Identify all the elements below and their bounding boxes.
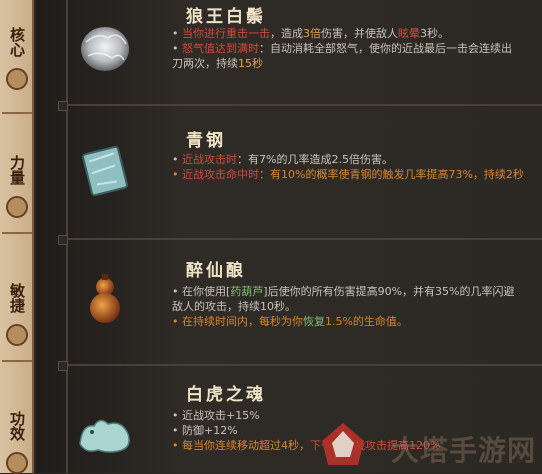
desc-fragment: 怒气值达到满时 bbox=[182, 42, 259, 55]
desc-fragment: • 每当你连续移动超过4秒， bbox=[172, 439, 310, 452]
rail-divider bbox=[2, 360, 32, 372]
desc-fragment: 1.5%的生命值。 bbox=[324, 315, 408, 328]
talent-item[interactable]: 醉仙酿 • 在你使用[药葫芦]后使你的所有伤害提高90%，并有35%的几率闪避 … bbox=[36, 242, 542, 362]
desc-fragment: 恢复 bbox=[302, 315, 325, 328]
agility-emblem-icon bbox=[6, 324, 28, 346]
talent-description: • 在你使用[药葫芦]后使你的所有伤害提高90%，并有35%的几率闪避 敌人的攻… bbox=[172, 284, 536, 329]
desc-line: • 在持续时间内，每秒为你恢复1.5%的生命值。 bbox=[172, 314, 536, 329]
talent-description: • 当你进行重击一击，造成3倍伤害，并使敌人眩晕3秒。 • 怒气值达到满时：自动… bbox=[172, 26, 536, 71]
desc-fragment: 刀两次，持续 bbox=[172, 57, 238, 70]
gourd-icon bbox=[90, 274, 120, 323]
desc-fragment: ]后使你的所有伤害提高90%，并有35%的几率闪避 bbox=[263, 285, 515, 298]
category-rail: 核心 力量 敏捷 功效 bbox=[0, 0, 34, 474]
tab-strength-label: 力量 bbox=[8, 155, 26, 185]
talent-item[interactable]: 狼王白鬃 • 当你进行重击一击，造成3倍伤害，并使敌人眩晕3秒。 • 怒气值达到… bbox=[36, 0, 542, 100]
talent-title: 青钢 bbox=[186, 131, 226, 151]
desc-fragment: 3秒。 bbox=[420, 27, 449, 40]
desc-fragment: ：自动消耗全部怒气，使你的近战最后一击会连续出 bbox=[259, 42, 512, 55]
desc-fragment: 15秒 bbox=[238, 57, 263, 70]
desc-line: 敌人的攻击，持续10秒。 bbox=[172, 299, 536, 314]
white-fur-icon bbox=[81, 27, 129, 71]
talent-title: 狼王白鬃 bbox=[186, 7, 266, 27]
desc-fragment: • bbox=[172, 27, 182, 40]
desc-fragment: ，造成 bbox=[270, 27, 303, 40]
core-emblem-icon bbox=[6, 68, 28, 90]
desc-fragment: ：有7%的几率造成2.5倍伤害。 bbox=[237, 153, 393, 166]
talent-description: • 近战攻击时：有7%的几率造成2.5倍伤害。 • 近战攻击命中时：有10%的概… bbox=[172, 152, 536, 182]
desc-fragment: 敌人的攻击，持续10秒。 bbox=[172, 300, 296, 313]
desc-line: • 近战攻击时：有7%的几率造成2.5倍伤害。 bbox=[172, 152, 536, 167]
desc-fragment: 近战攻击命中时 bbox=[182, 168, 259, 181]
desc-fragment: • 防御+12% bbox=[172, 424, 238, 437]
desc-fragment: 近战攻击时 bbox=[182, 153, 237, 166]
desc-fragment: • bbox=[172, 168, 182, 181]
desc-line: 刀两次，持续15秒 bbox=[172, 56, 536, 71]
desc-fragment: • 近战攻击+15% bbox=[172, 409, 260, 422]
tab-core-label: 核心 bbox=[8, 27, 26, 57]
tab-agility-label: 敏捷 bbox=[8, 283, 26, 313]
desc-fragment: 眩晕 bbox=[398, 27, 420, 40]
desc-line: • 近战攻击命中时：有10%的概率使青钢的触发几率提高73%，持续2秒 bbox=[172, 167, 536, 182]
desc-fragment: 3倍 bbox=[303, 27, 321, 40]
desc-fragment: • 在你使用[ bbox=[172, 285, 231, 298]
desc-fragment: • bbox=[172, 42, 182, 55]
tab-effect-label: 功效 bbox=[8, 411, 26, 441]
desc-fragment: • 在持续时间内，每秒为你 bbox=[172, 315, 303, 328]
strength-emblem-icon bbox=[6, 196, 28, 218]
watermark-logo-icon bbox=[322, 423, 364, 465]
desc-fragment: 伤害，并使敌人 bbox=[321, 27, 398, 40]
watermark-text: 大塔手游网 bbox=[390, 434, 536, 467]
jade-tiger-icon bbox=[79, 419, 130, 453]
desc-fragment: ：有10%的概率使青钢的触发几率提高73%，持续2秒 bbox=[259, 168, 524, 181]
desc-fragment: 当你进行重击一击 bbox=[182, 27, 270, 40]
talent-title: 白虎之魂 bbox=[186, 385, 266, 405]
item-separator bbox=[58, 361, 542, 371]
desc-line: • 当你进行重击一击，造成3倍伤害，并使敌人眩晕3秒。 bbox=[172, 26, 536, 41]
talent-title: 醉仙酿 bbox=[186, 261, 246, 281]
steel-plate-icon bbox=[82, 145, 128, 197]
rail-divider bbox=[2, 112, 32, 124]
item-separator bbox=[58, 235, 542, 245]
effect-emblem-icon bbox=[6, 452, 28, 474]
tab-core[interactable]: 核心 bbox=[0, 20, 34, 64]
desc-line: • 在你使用[药葫芦]后使你的所有伤害提高90%，并有35%的几率闪避 bbox=[172, 284, 536, 299]
item-separator bbox=[58, 101, 542, 111]
tab-strength[interactable]: 力量 bbox=[0, 148, 34, 192]
desc-fragment: • bbox=[172, 153, 182, 166]
tab-agility[interactable]: 敏捷 bbox=[0, 276, 34, 320]
rail-divider bbox=[2, 232, 32, 244]
tab-effect[interactable]: 功效 bbox=[0, 404, 34, 448]
talent-item[interactable]: 青钢 • 近战攻击时：有7%的几率造成2.5倍伤害。 • 近战攻击命中时：有10… bbox=[36, 108, 542, 236]
desc-fragment: 药葫芦 bbox=[230, 285, 264, 298]
desc-line: • 怒气值达到满时：自动消耗全部怒气，使你的近战最后一击会连续出 bbox=[172, 41, 536, 56]
